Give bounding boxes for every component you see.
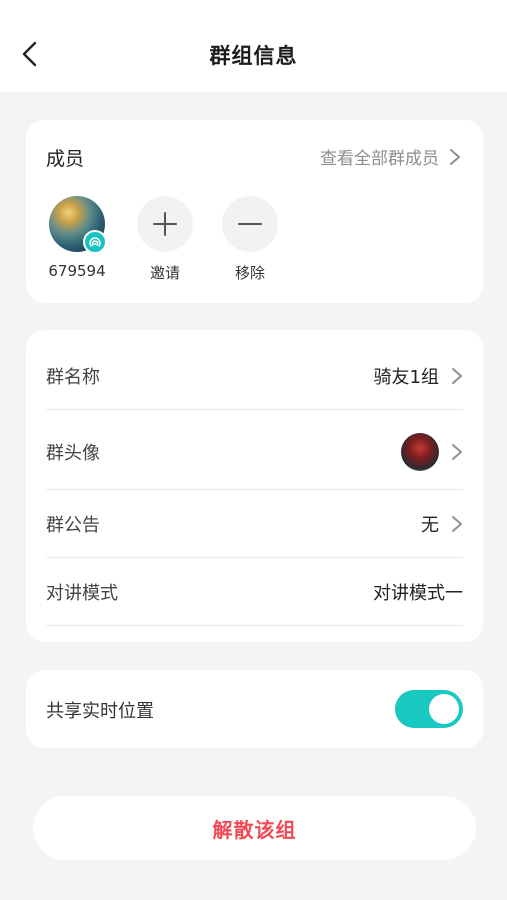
intercom-mode-row[interactable]: 对讲模式 对讲模式一 (46, 558, 463, 626)
remove-label: 移除 (234, 264, 265, 282)
group-name-value: 骑友1组 (373, 366, 439, 388)
view-all-members-label: 查看全部群成员 (320, 149, 439, 169)
group-notice-row[interactable]: 群公告 无 (46, 490, 463, 558)
group-notice-label: 群公告 (46, 514, 100, 536)
share-location-card: 共享实时位置 (26, 670, 483, 748)
invite-member-button[interactable]: 邀请 (130, 196, 200, 283)
share-location-label: 共享实时位置 (46, 701, 154, 722)
view-all-members-link[interactable]: 查看全部群成员 (320, 144, 461, 169)
chevron-right-icon (452, 443, 462, 460)
dissolve-group-button[interactable]: 解散该组 (33, 796, 476, 860)
member-item[interactable]: 679594 (42, 196, 112, 280)
top-navigation-bar: 群组信息 (0, 0, 507, 92)
invite-label: 邀请 (149, 264, 180, 282)
chevron-right-icon (452, 515, 462, 532)
chevron-right-icon (452, 367, 462, 384)
intercom-badge-icon (83, 230, 107, 254)
member-avatar (49, 196, 107, 254)
group-name-row[interactable]: 群名称 骑友1组 (46, 342, 463, 410)
members-section-label: 成员 (46, 148, 85, 170)
intercom-mode-label: 对讲模式 (46, 582, 118, 604)
page-title: 群组信息 (209, 44, 298, 68)
group-name-label: 群名称 (46, 366, 100, 388)
plus-icon (137, 196, 193, 252)
minus-icon (222, 196, 278, 252)
intercom-mode-value: 对讲模式一 (373, 582, 463, 604)
members-card: 成员 查看全部群成员 679594 邀请 移除 (26, 120, 483, 303)
group-avatar-row[interactable]: 群头像 (46, 414, 463, 490)
toggle-knob (429, 694, 459, 724)
group-settings-card: 群名称 骑友1组 群头像 群公告 无 对讲模式 对讲模式一 (26, 330, 483, 642)
group-notice-value: 无 (421, 514, 439, 536)
group-avatar-image (401, 432, 439, 471)
group-avatar-label: 群头像 (46, 442, 100, 464)
member-name: 679594 (48, 262, 106, 280)
share-location-toggle[interactable] (395, 690, 463, 728)
remove-member-button[interactable]: 移除 (215, 196, 285, 283)
chevron-right-icon (450, 148, 460, 165)
